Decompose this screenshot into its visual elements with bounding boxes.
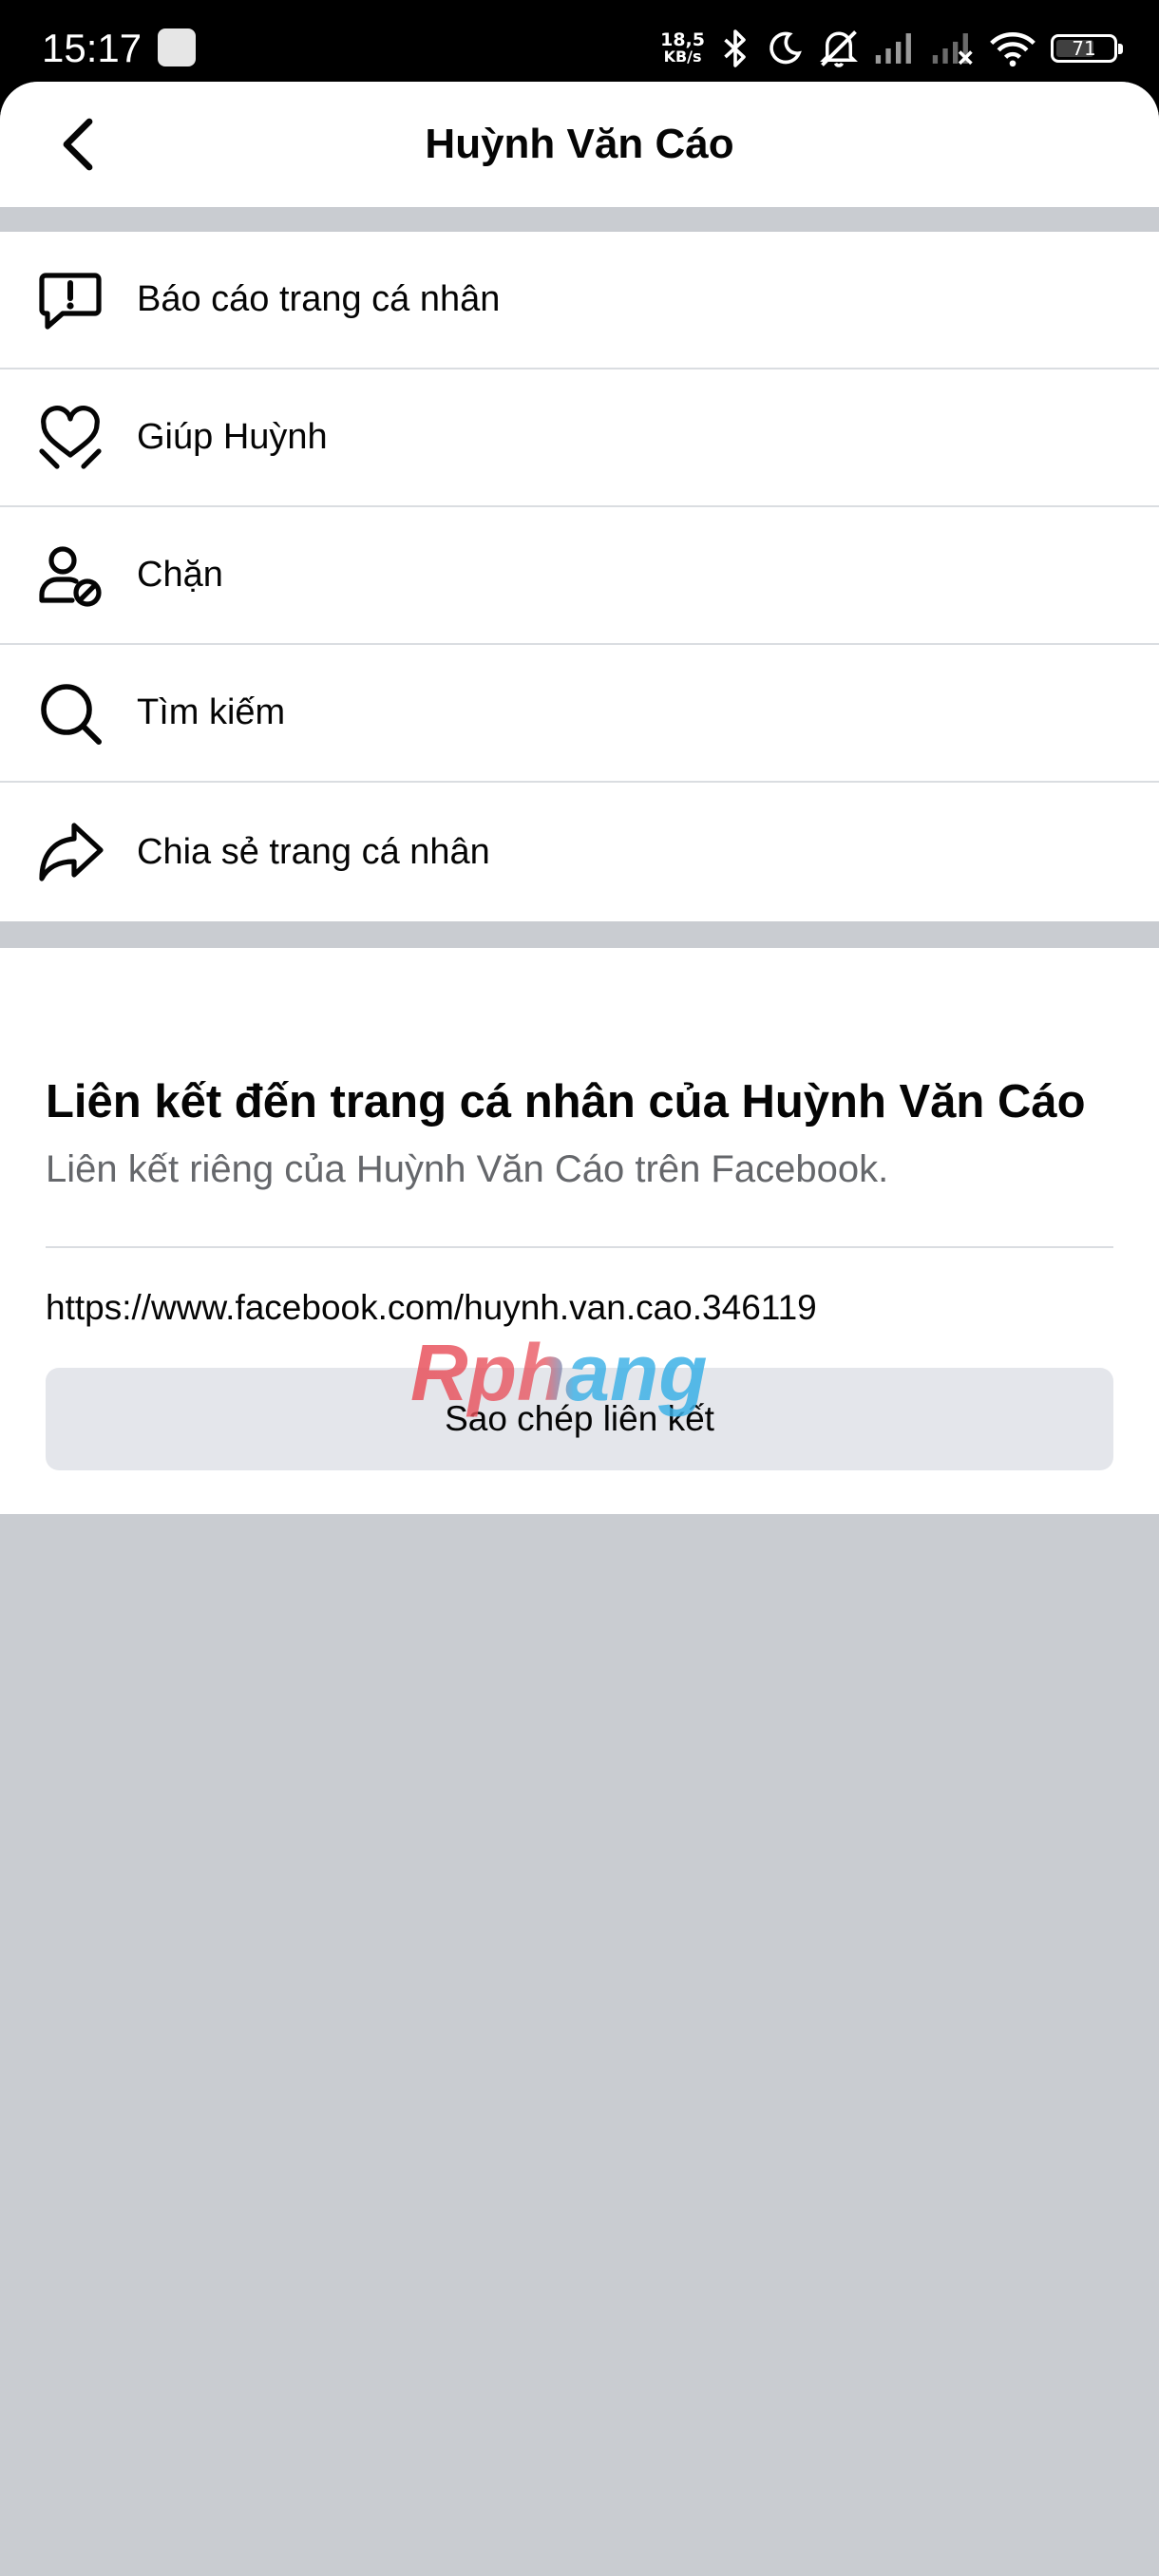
divider [46, 1246, 1113, 1248]
status-bar: 15:17 18,5 KB/s 71 [0, 0, 1159, 95]
menu-item-report-profile[interactable]: Báo cáo trang cá nhân [0, 232, 1159, 369]
options-menu: Báo cáo trang cá nhân Giúp Huỳnh Chặn Tì… [0, 232, 1159, 921]
wifi-icon [990, 32, 1036, 67]
link-card-subtitle: Liên kết riêng của Huỳnh Văn Cáo trên Fa… [46, 1148, 889, 1190]
signal-no-service-icon [932, 33, 973, 66]
menu-item-label: Báo cáo trang cá nhân [137, 279, 501, 319]
search-icon [32, 675, 108, 751]
muted-bell-icon [820, 30, 858, 67]
status-time: 15:17 [42, 26, 142, 70]
menu-item-share-profile[interactable]: Chia sẻ trang cá nhân [0, 783, 1159, 921]
copy-link-label: Sao chép liên kết [445, 1399, 714, 1438]
bluetooth-icon [724, 29, 746, 67]
network-speed-unit: KB/s [663, 47, 702, 66]
battery-level: 71 [1072, 37, 1096, 60]
notification-app-icon [158, 28, 196, 66]
status-icons: 18,5 KB/s 71 [660, 23, 1123, 74]
signal-strength-icon [875, 33, 911, 64]
heart-hand-icon [32, 400, 108, 476]
do-not-disturb-moon-icon [770, 31, 802, 65]
report-icon [32, 262, 108, 338]
menu-item-label: Giúp Huỳnh [137, 417, 328, 457]
network-speed-value: 18,5 [660, 29, 705, 50]
menu-item-help-huynh[interactable]: Giúp Huỳnh [0, 369, 1159, 507]
menu-item-search[interactable]: Tìm kiếm [0, 645, 1159, 783]
header: Huỳnh Văn Cáo [0, 82, 1159, 207]
menu-item-label: Tìm kiếm [137, 692, 286, 732]
share-icon [32, 814, 108, 890]
page-title: Huỳnh Văn Cáo [425, 121, 734, 167]
profile-url[interactable]: https://www.facebook.com/huynh.van.cao.3… [46, 1286, 817, 1330]
block-user-icon [32, 538, 108, 614]
battery-icon: 71 [1051, 34, 1123, 63]
menu-item-label: Chặn [137, 555, 223, 595]
menu-item-block[interactable]: Chặn [0, 507, 1159, 645]
profile-link-card: Liên kết đến trang cá nhân của Huỳnh Văn… [0, 948, 1159, 1514]
copy-link-button[interactable]: Sao chép liên kết [46, 1368, 1113, 1470]
profile-options-sheet: Huỳnh Văn Cáo Báo cáo trang cá nhân Giúp… [0, 82, 1159, 2576]
network-speed: 18,5 KB/s [660, 31, 705, 66]
menu-item-label: Chia sẻ trang cá nhân [137, 831, 490, 872]
link-card-title: Liên kết đến trang cá nhân của Huỳnh Văn… [46, 1076, 1086, 1127]
